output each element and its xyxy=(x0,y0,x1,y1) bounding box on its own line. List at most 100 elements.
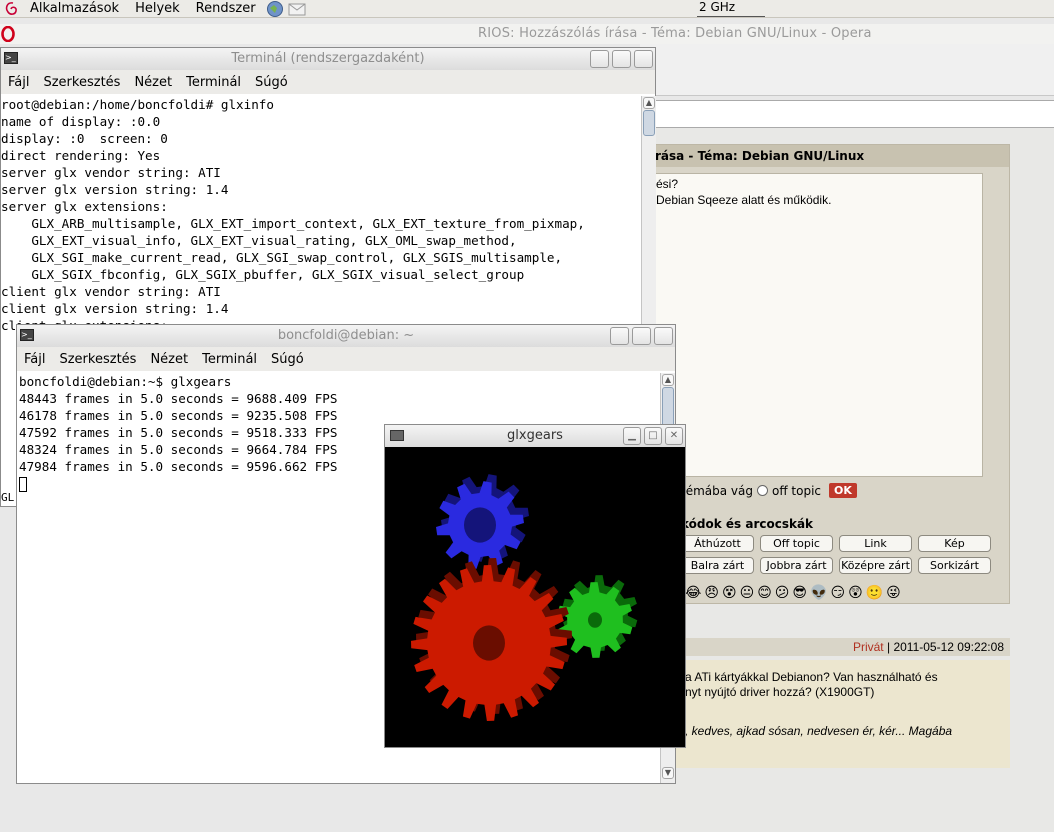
terminal-line: GLX_SGIX_fbconfig, GLX_SGIX_pbuffer, GLX… xyxy=(1,267,525,282)
smiley-icon[interactable]: 😊 xyxy=(757,585,772,601)
green-gear xyxy=(557,575,638,658)
reply-text-line: ési? xyxy=(656,177,679,191)
terminal-line: GLX_ARB_multisample, GLX_EXT_import_cont… xyxy=(1,216,585,231)
terminal-icon: >_ xyxy=(4,52,18,64)
glxgears-titlebar[interactable]: glxgears ▁ □ ✕ xyxy=(385,425,685,447)
terminal-line: client glx version string: 1.4 xyxy=(1,301,229,316)
smiley-icon[interactable]: 🙂 xyxy=(866,585,883,601)
gears-canvas xyxy=(411,474,638,721)
user-terminal-title: boncfoldi@debian: ~ xyxy=(277,328,415,343)
root-terminal-titlebar[interactable]: >_ Terminál (rendszergazdaként) xyxy=(1,48,655,70)
cpu-frequency-monitor: 2 GHz xyxy=(697,0,765,17)
align-right-button[interactable]: Jobbra zárt xyxy=(760,557,833,574)
format-buttons-row-2: Balra zárt Jobbra zárt Középre zárt Sork… xyxy=(681,557,991,574)
top-panel: Alkalmazások Helyek Rendszer 2 GHz xyxy=(0,0,1054,18)
smiley-icon[interactable]: 👽 xyxy=(810,585,827,601)
terminal-line: server glx vendor string: ATI xyxy=(1,165,221,180)
smiley-icon[interactable]: 😠 xyxy=(704,585,719,601)
terminal-line: direct rendering: Yes xyxy=(1,148,161,163)
menu-applications[interactable]: Alkalmazások xyxy=(30,1,119,16)
minimize-button[interactable]: ▁ xyxy=(623,427,641,445)
terminal-icon: >_ xyxy=(20,329,34,341)
maximize-button[interactable] xyxy=(612,50,631,68)
root-terminal-menubar: Fájl Szerkesztés Nézet Terminál Súgó xyxy=(1,70,655,94)
off-topic-radio[interactable] xyxy=(757,485,768,496)
terminal-line: name of display: :0.0 xyxy=(1,114,161,129)
smiley-icon[interactable]: 😜 xyxy=(886,585,901,601)
red-gear xyxy=(411,558,572,721)
smiley-icon[interactable]: 😎 xyxy=(792,585,807,601)
reply-text-line: Debian Sqeeze alatt és működik. xyxy=(656,193,832,207)
private-link[interactable]: Privát xyxy=(853,640,884,654)
smiley-icon[interactable]: 😂 xyxy=(685,585,701,601)
opera-logo-icon xyxy=(0,25,16,46)
text-cursor xyxy=(19,477,27,492)
menu-system[interactable]: Rendszer xyxy=(196,1,256,16)
close-button[interactable] xyxy=(634,50,653,68)
terminal-line: display: :0 screen: 0 xyxy=(1,131,168,146)
user-terminal-titlebar[interactable]: >_ boncfoldi@debian: ~ xyxy=(17,325,675,347)
scroll-thumb[interactable] xyxy=(643,110,655,136)
post-body: a ATi kártyákkal Debianon? Van használha… xyxy=(640,660,1010,768)
menu-places[interactable]: Helyek xyxy=(135,1,180,16)
scroll-up-arrow-icon[interactable]: ▲ xyxy=(643,97,655,109)
opera-window-title: RIOS: Hozzászólás írása - Téma: Debian G… xyxy=(478,26,872,41)
justify-button[interactable]: Sorkizárt xyxy=(918,557,991,574)
terminal-line: 48443 frames in 5.0 seconds = 9688.409 F… xyxy=(19,391,338,406)
topic-options: témába vág off topic OK xyxy=(681,483,857,498)
align-left-button[interactable]: Balra zárt xyxy=(681,557,754,574)
post-date: 2011-05-12 09:22:08 xyxy=(893,640,1004,654)
close-button[interactable]: ✕ xyxy=(665,427,683,445)
terminal-line: root@debian:/home/boncfoldi# glxinfo xyxy=(1,97,274,112)
opera-address-bar[interactable] xyxy=(640,100,1054,128)
mail-launcher-icon[interactable] xyxy=(286,0,308,18)
root-terminal-title: Terminál (rendszergazdaként) xyxy=(231,51,425,66)
post-header: Privát | 2011-05-12 09:22:08 xyxy=(640,638,1010,656)
opera-titlebar: RIOS: Hozzászólás írása - Téma: Debian G… xyxy=(0,24,1054,44)
smiley-icon[interactable]: 😲 xyxy=(848,585,863,601)
minimize-button[interactable] xyxy=(590,50,609,68)
terminal-line: server glx extensions: xyxy=(1,199,168,214)
web-browser-launcher-icon[interactable] xyxy=(264,0,286,18)
separator: | xyxy=(886,640,891,654)
align-center-button[interactable]: Középre zárt xyxy=(839,557,912,574)
scroll-down-arrow-icon[interactable]: ▼ xyxy=(662,767,674,779)
post-line: nyt nyújtó driver hozzá? (X1900GT) xyxy=(685,685,875,699)
smiley-icon[interactable]: 😕 xyxy=(775,585,790,601)
user-terminal-menubar: Fájl Szerkesztés Nézet Terminál Súgó xyxy=(17,347,675,371)
menu-terminal[interactable]: Terminál xyxy=(202,352,257,367)
close-button[interactable] xyxy=(654,327,673,345)
maximize-button[interactable]: □ xyxy=(644,427,662,445)
menu-terminal[interactable]: Terminál xyxy=(186,75,241,90)
menu-help[interactable]: Súgó xyxy=(255,75,288,90)
link-button[interactable]: Link xyxy=(839,535,912,552)
smiley-bar: 😂 😠 😵 😐 😊 😕 😎 👽 😏 😲 🙂 😜 xyxy=(685,585,901,601)
maximize-button[interactable] xyxy=(632,327,651,345)
scroll-up-arrow-icon[interactable]: ▲ xyxy=(662,374,674,386)
minimize-button[interactable] xyxy=(610,327,629,345)
menu-help[interactable]: Súgó xyxy=(271,352,304,367)
on-topic-label: témába vág xyxy=(681,483,753,498)
menu-file[interactable]: Fájl xyxy=(8,75,29,90)
off-topic-button[interactable]: Off topic xyxy=(760,535,833,552)
smiley-icon[interactable]: 😏 xyxy=(830,585,845,601)
ok-button[interactable]: OK xyxy=(829,483,857,498)
menu-edit[interactable]: Szerkesztés xyxy=(43,75,120,90)
menu-view[interactable]: Nézet xyxy=(150,352,188,367)
menu-file[interactable]: Fájl xyxy=(24,352,45,367)
menu-edit[interactable]: Szerkesztés xyxy=(59,352,136,367)
post-signature: , kedves, ajkad sósan, nedvesen ér, kér.… xyxy=(685,724,953,738)
smiley-icon[interactable]: 😵 xyxy=(722,585,737,601)
reply-textarea[interactable]: ési? Debian Sqeeze alatt és működik. xyxy=(651,173,983,477)
form-header: rása - Téma: Debian GNU/Linux xyxy=(641,145,1009,167)
smiley-icon[interactable]: 😐 xyxy=(740,585,755,601)
terminal-line: client glx vendor string: ATI xyxy=(1,284,221,299)
debian-logo-icon[interactable] xyxy=(0,0,22,18)
terminal-line: server glx version string: 1.4 xyxy=(1,182,229,197)
strikethrough-button[interactable]: Áthúzott xyxy=(681,535,754,552)
post-line: a ATi kártyákkal Debianon? Van használha… xyxy=(685,670,938,684)
image-button[interactable]: Kép xyxy=(918,535,991,552)
terminal-line: GLX_EXT_visual_info, GLX_EXT_visual_rati… xyxy=(1,233,517,248)
forum-reply-form: rása - Téma: Debian GNU/Linux ési? Debia… xyxy=(640,144,1010,604)
menu-view[interactable]: Nézet xyxy=(134,75,172,90)
